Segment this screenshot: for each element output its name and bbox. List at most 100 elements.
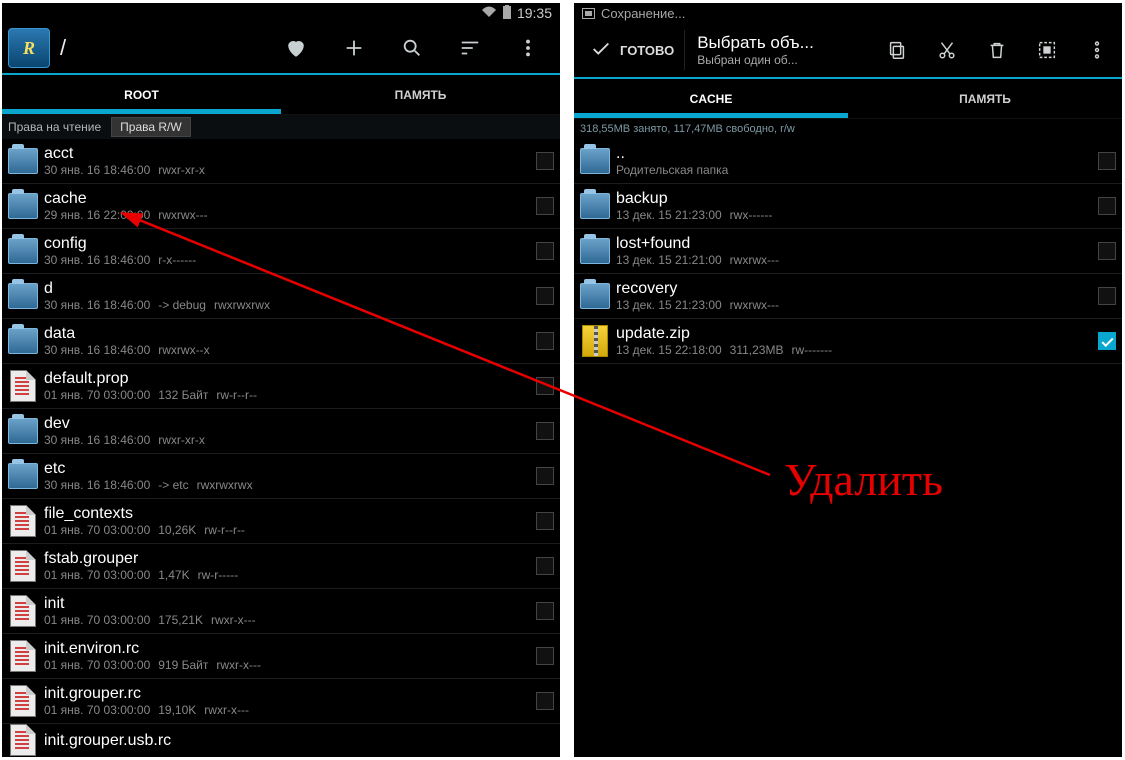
- list-item[interactable]: update.zip13 дек. 15 22:18:00311,23MBrw-…: [574, 319, 1122, 364]
- file-details: 30 янв. 16 18:46:00rwxr-xr-x: [44, 433, 536, 448]
- status-bar-right: Сохранение...: [574, 3, 1122, 23]
- file-details: 01 янв. 70 03:00:00919 Байтrwxr-x---: [44, 658, 536, 673]
- delete-button[interactable]: [972, 22, 1022, 78]
- list-item[interactable]: init.environ.rc01 янв. 70 03:00:00919 Ба…: [2, 634, 560, 679]
- file-details: 13 дек. 15 22:18:00311,23MBrw-------: [616, 343, 1098, 358]
- cut-button[interactable]: [922, 22, 972, 78]
- list-item[interactable]: recovery13 дек. 15 21:23:00rwxrwx---: [574, 274, 1122, 319]
- list-item[interactable]: lost+found13 дек. 15 21:21:00rwxrwx---: [574, 229, 1122, 274]
- folder-icon: [580, 238, 610, 264]
- file-name: default.prop: [44, 369, 536, 388]
- checkbox[interactable]: [536, 512, 554, 530]
- file-name: fstab.grouper: [44, 549, 536, 568]
- left-file-list[interactable]: acct30 янв. 16 18:46:00rwxr-xr-xcache29 …: [2, 139, 560, 756]
- perm-rw-button[interactable]: Права R/W: [111, 117, 191, 137]
- file-name: init.grouper.usb.rc: [44, 731, 554, 750]
- list-item[interactable]: file_contexts01 янв. 70 03:00:0010,26Krw…: [2, 499, 560, 544]
- checkbox[interactable]: [536, 602, 554, 620]
- file-name: dev: [44, 414, 536, 433]
- list-item[interactable]: data30 янв. 16 18:46:00rwxrwx--x: [2, 319, 560, 364]
- checkbox[interactable]: [536, 152, 554, 170]
- tab-memory-right[interactable]: ПАМЯТЬ: [848, 79, 1122, 118]
- checkbox[interactable]: [1098, 287, 1116, 305]
- done-button[interactable]: ГОТОВО: [580, 30, 685, 70]
- folder-icon: [580, 148, 610, 174]
- select-button[interactable]: [1022, 22, 1072, 78]
- file-icon: [10, 595, 36, 627]
- list-item[interactable]: cache29 янв. 16 22:09:00rwxrwx---: [2, 184, 560, 229]
- file-details: 30 янв. 16 18:46:00rwxrwx--x: [44, 343, 536, 358]
- add-button[interactable]: [328, 24, 380, 72]
- overflow-button[interactable]: [502, 24, 554, 72]
- right-file-list[interactable]: ..Родительская папкаbackup13 дек. 15 21:…: [574, 139, 1122, 364]
- left-tabs: ROOT ПАМЯТЬ: [2, 75, 560, 115]
- file-name: backup: [616, 189, 1098, 208]
- folder-icon: [8, 328, 38, 354]
- checkbox[interactable]: [536, 557, 554, 575]
- file-icon: [10, 505, 36, 537]
- list-item[interactable]: fstab.grouper01 янв. 70 03:00:001,47Krw-…: [2, 544, 560, 589]
- action-title: Выбрать объ...: [697, 33, 803, 53]
- checkbox[interactable]: [1098, 242, 1116, 260]
- list-item[interactable]: ..Родительская папка: [574, 139, 1122, 184]
- checkbox[interactable]: [536, 332, 554, 350]
- file-name: config: [44, 234, 536, 253]
- file-name: d: [44, 279, 536, 298]
- checkbox[interactable]: [536, 197, 554, 215]
- file-details: 01 янв. 70 03:00:00132 Байтrw-r--r--: [44, 388, 536, 403]
- checkbox[interactable]: [1098, 152, 1116, 170]
- saving-label: Сохранение...: [601, 6, 685, 21]
- action-bar: ГОТОВО Выбрать объ... Выбран один об...: [574, 23, 1122, 79]
- favorite-button[interactable]: [270, 24, 322, 72]
- file-name: data: [44, 324, 536, 343]
- clock-text: 19:35: [517, 5, 552, 21]
- search-button[interactable]: [386, 24, 438, 72]
- list-item[interactable]: init01 янв. 70 03:00:00175,21Krwxr-x---: [2, 589, 560, 634]
- file-name: ..: [616, 144, 1098, 163]
- file-details: 01 янв. 70 03:00:001,47Krw-r-----: [44, 568, 536, 583]
- list-item[interactable]: default.prop01 янв. 70 03:00:00132 Байтr…: [2, 364, 560, 409]
- folder-icon: [8, 418, 38, 444]
- file-name: file_contexts: [44, 504, 536, 523]
- perm-read-label: Права на чтение: [8, 120, 101, 134]
- checkbox[interactable]: [536, 377, 554, 395]
- list-item[interactable]: acct30 янв. 16 18:46:00rwxr-xr-x: [2, 139, 560, 184]
- checkbox[interactable]: [536, 647, 554, 665]
- list-item[interactable]: dev30 янв. 16 18:46:00rwxr-xr-x: [2, 409, 560, 454]
- list-item[interactable]: init.grouper.rc01 янв. 70 03:00:0019,10K…: [2, 679, 560, 724]
- checkbox[interactable]: [536, 422, 554, 440]
- list-item[interactable]: backup13 дек. 15 21:23:00rwx------: [574, 184, 1122, 229]
- sort-button[interactable]: [444, 24, 496, 72]
- overflow-button-right[interactable]: [1072, 22, 1122, 78]
- folder-icon: [8, 193, 38, 219]
- file-details: 30 янв. 16 18:46:00rwxr-xr-x: [44, 163, 536, 178]
- checkbox[interactable]: [1098, 332, 1116, 350]
- copy-button[interactable]: [872, 22, 922, 78]
- checkbox[interactable]: [536, 692, 554, 710]
- action-titles: Выбрать объ... Выбран один об...: [685, 33, 815, 67]
- app-icon[interactable]: R: [8, 28, 50, 68]
- archive-icon: [582, 325, 608, 357]
- list-item[interactable]: d30 янв. 16 18:46:00-> debugrwxrwxrwx: [2, 274, 560, 319]
- right-pane: Сохранение... ГОТОВО Выбрать объ... Выбр…: [574, 3, 1122, 757]
- checkbox[interactable]: [536, 242, 554, 260]
- list-item[interactable]: init.grouper.usb.rc: [2, 724, 560, 756]
- tab-memory[interactable]: ПАМЯТЬ: [281, 75, 560, 114]
- folder-icon: [8, 283, 38, 309]
- list-item[interactable]: etc30 янв. 16 18:46:00-> etcrwxrwxrwx: [2, 454, 560, 499]
- left-pane: 19:35 R / ROOT ПАМЯТЬ Права на чтение Пр…: [2, 3, 560, 757]
- file-details: 01 янв. 70 03:00:0019,10Krwxr-x---: [44, 703, 536, 718]
- folder-icon: [580, 283, 610, 309]
- file-name: init.environ.rc: [44, 639, 536, 658]
- tab-root[interactable]: ROOT: [2, 75, 281, 114]
- list-item[interactable]: config30 янв. 16 18:46:00r-x------: [2, 229, 560, 274]
- checkbox[interactable]: [1098, 197, 1116, 215]
- checkbox[interactable]: [536, 467, 554, 485]
- tab-cache[interactable]: CACHE: [574, 79, 848, 118]
- path-label[interactable]: /: [60, 35, 66, 61]
- folder-icon: [8, 148, 38, 174]
- save-icon: [582, 8, 595, 19]
- checkbox[interactable]: [536, 287, 554, 305]
- file-details: 01 янв. 70 03:00:00175,21Krwxr-x---: [44, 613, 536, 628]
- check-icon: [590, 38, 612, 63]
